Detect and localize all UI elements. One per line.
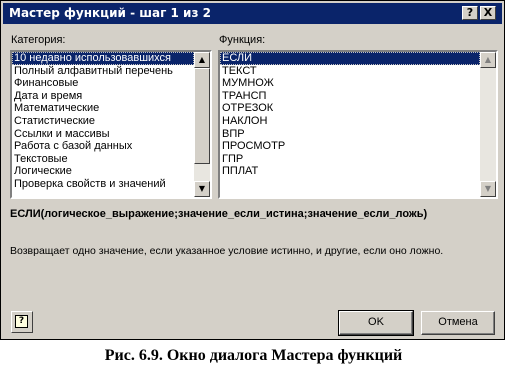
list-item[interactable]: Полный алфавитный перечень	[12, 65, 194, 78]
list-item[interactable]: ГПР	[220, 153, 480, 166]
list-item[interactable]: НАКЛОН	[220, 115, 480, 128]
list-item[interactable]: 10 недавно использовавшихся	[12, 52, 194, 65]
list-item[interactable]: ЕСЛИ	[220, 52, 480, 65]
category-listbox[interactable]: 10 недавно использовавшихся Полный алфави…	[10, 50, 212, 199]
list-item[interactable]: ВПР	[220, 128, 480, 141]
cancel-button[interactable]: Отмена	[421, 311, 495, 335]
help-title-button[interactable]: ?	[462, 6, 478, 20]
title-bar: Мастер функций - шаг 1 из 2 ? X	[3, 3, 502, 24]
category-list: 10 недавно использовавшихся Полный алфави…	[12, 52, 194, 191]
category-scrollbar[interactable]: ▲ ▼	[194, 52, 210, 197]
list-item[interactable]: ПРОСМОТР	[220, 140, 480, 153]
list-item[interactable]: Финансовые	[12, 77, 194, 90]
function-description: Возвращает одно значение, если указанное…	[10, 245, 444, 257]
function-listbox[interactable]: ЕСЛИ ТЕКСТ МУМНОЖ ТРАНСП ОТРЕЗОК НАКЛОН ВПР ПРО…	[218, 50, 498, 199]
function-label: Функция:	[219, 34, 266, 46]
list-item[interactable]: ППЛАТ	[220, 165, 480, 178]
list-item[interactable]: ОТРЕЗОК	[220, 102, 480, 115]
scroll-down-arrow-icon[interactable]: ▼	[480, 181, 496, 197]
list-item[interactable]: Логические	[12, 165, 194, 178]
list-item[interactable]: Работа с базой данных	[12, 140, 194, 153]
list-item[interactable]: Математические	[12, 102, 194, 115]
list-item[interactable]: Дата и время	[12, 90, 194, 103]
function-scrollbar[interactable]: ▲ ▼	[480, 52, 496, 197]
scroll-thumb[interactable]	[194, 68, 210, 164]
list-item[interactable]: Проверка свойств и значений	[12, 178, 194, 191]
figure-caption: Рис. 6.9. Окно диалога Мастера функций	[104, 347, 403, 364]
help-button[interactable]: ?	[11, 311, 33, 333]
list-item[interactable]: Статистические	[12, 115, 194, 128]
category-label: Категория:	[11, 34, 66, 46]
list-item[interactable]: Ссылки и массивы	[12, 128, 194, 141]
close-title-button[interactable]: X	[480, 6, 496, 20]
help-icon: ?	[15, 315, 28, 328]
ok-button[interactable]: OK	[338, 310, 414, 336]
scroll-down-arrow-icon[interactable]: ▼	[194, 181, 210, 197]
function-syntax: ЕСЛИ(логическое_выражение;значение_если_…	[10, 208, 428, 220]
window-title: Мастер функций - шаг 1 из 2	[9, 6, 211, 20]
scroll-up-arrow-icon[interactable]: ▲	[194, 52, 210, 68]
list-item[interactable]: МУМНОЖ	[220, 77, 480, 90]
list-item[interactable]: ТРАНСП	[220, 90, 480, 103]
function-list: ЕСЛИ ТЕКСТ МУМНОЖ ТРАНСП ОТРЕЗОК НАКЛОН ВПР ПРО…	[220, 52, 480, 178]
list-item[interactable]: Текстовые	[12, 153, 194, 166]
list-item[interactable]: ТЕКСТ	[220, 65, 480, 78]
scroll-up-arrow-icon[interactable]: ▲	[480, 52, 496, 68]
function-wizard-dialog: Мастер функций - шаг 1 из 2 ? X Категори…	[0, 0, 505, 340]
